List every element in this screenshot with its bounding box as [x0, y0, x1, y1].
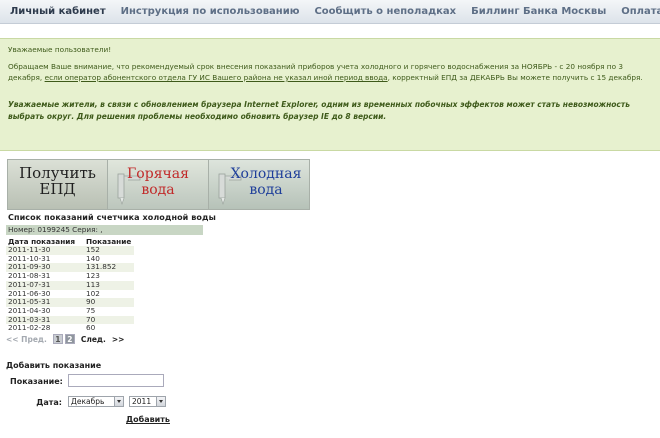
pager-page-2-current[interactable]: 2 — [64, 334, 75, 344]
table-row: 2011-02-28 60 — [6, 324, 134, 333]
meter-info: Номер: 0199245 Серия: , — [6, 225, 203, 235]
nav-personal-account[interactable]: Личный кабинет — [10, 6, 106, 17]
month-select-value: Декабрь — [71, 397, 105, 406]
year-select-value: 2011 — [132, 397, 152, 406]
readings-table: Дата показания Показание 2011-11-30 152 2… — [6, 237, 134, 333]
nav-bank-billing[interactable]: Биллинг Банка Москвы — [471, 6, 606, 17]
reading-value: 60 — [86, 323, 96, 333]
hot-water-label-line2: вода — [141, 182, 175, 198]
year-select[interactable]: 2011 — [129, 396, 166, 407]
notice-panel: Уважаемые пользователи! Обращаем Ваше вн… — [0, 38, 660, 151]
date-label: Дата: — [36, 398, 62, 407]
pager-next[interactable]: След. — [81, 335, 106, 344]
month-select[interactable]: Декабрь — [68, 396, 124, 407]
get-epd-label-line2: ЕПД — [39, 180, 76, 198]
cold-water-label-line1: Холодная — [230, 166, 302, 182]
reading-label: Показание: — [10, 377, 63, 386]
notice-warning: Уважаемые жители, в связи с обновлением … — [8, 100, 630, 121]
notice-greeting: Уважаемые пользователи! — [8, 45, 112, 54]
hot-water-label: Горячая вода — [108, 166, 208, 198]
notice-body-underlined: если оператор абонентского отдела ГУ ИС … — [44, 73, 388, 82]
nav-report-problem[interactable]: Сообщить о неполадках — [314, 6, 456, 17]
hot-water-tile[interactable]: Горячая вода — [108, 159, 209, 210]
nav-pay-epd[interactable]: Оплата ЕПД — [621, 6, 660, 17]
service-tiles: Получить ЕПД Горячая вода Холодная вода — [7, 159, 311, 210]
add-reading-title: Добавить показание — [6, 361, 102, 370]
chevron-down-icon — [114, 397, 123, 406]
top-navigation: Личный кабинет Инструкция по использован… — [0, 0, 660, 24]
chevron-down-icon — [156, 397, 165, 406]
notice-body: Обращаем Ваше внимание, что рекомендуемы… — [8, 61, 652, 83]
get-epd-label: Получить ЕПД — [8, 165, 107, 197]
readings-title: Список показаний счетчика холодной воды — [8, 213, 216, 222]
cold-water-tile[interactable]: Холодная вода — [209, 159, 310, 210]
reading-input[interactable] — [68, 374, 164, 387]
hot-water-label-line1: Горячая — [127, 166, 189, 182]
pagination: << Пред. 1 2 След. >> — [6, 334, 124, 344]
add-reading-button[interactable]: Добавить — [126, 415, 170, 424]
cold-water-label: Холодная вода — [223, 166, 309, 198]
get-epd-label-line1: Получить — [19, 164, 96, 182]
nav-instructions[interactable]: Инструкция по использованию — [121, 6, 300, 17]
pager-prev-disabled: << Пред. — [6, 334, 47, 344]
cold-water-label-line2: вода — [249, 182, 283, 198]
pager-last[interactable]: >> — [112, 335, 125, 344]
notice-body-end: , корректный ЕПД за ДЕКАБРЬ Вы можете по… — [387, 73, 643, 82]
reading-date: 2011-02-28 — [8, 323, 51, 333]
get-epd-tile[interactable]: Получить ЕПД — [7, 159, 108, 210]
pager-page-1[interactable]: 1 — [52, 334, 63, 344]
